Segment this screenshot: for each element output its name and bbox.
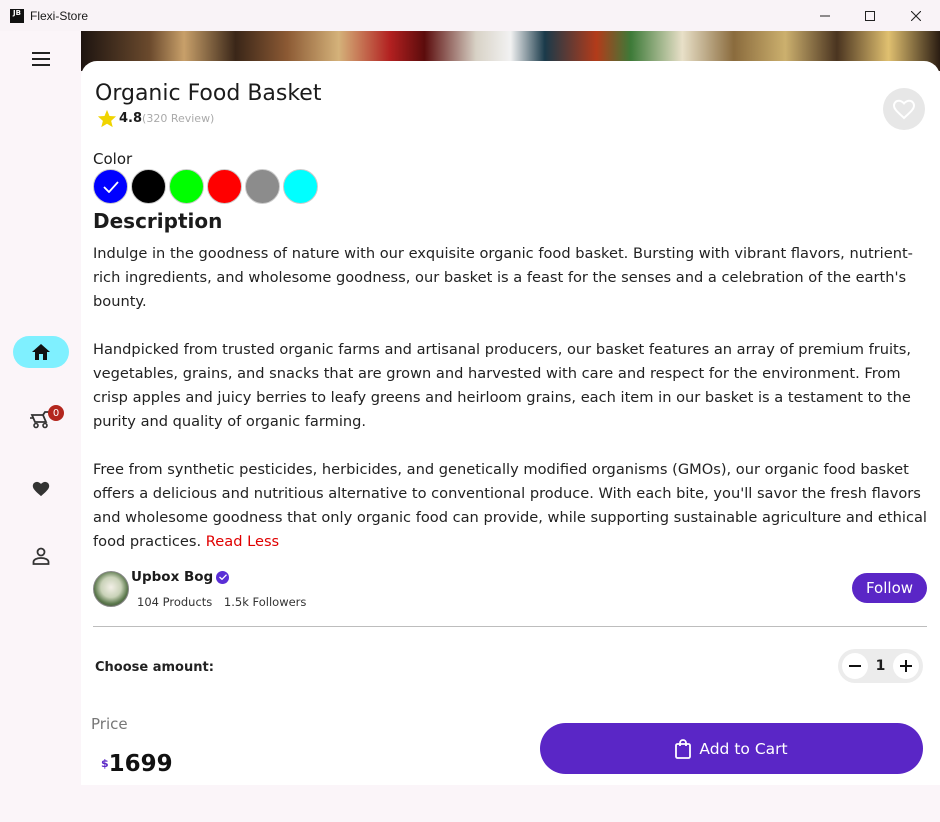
window-title: Flexi-Store: [30, 8, 89, 23]
heart-icon: [32, 481, 50, 497]
color-swatch-cyan[interactable]: [283, 169, 318, 204]
nav-item-favorites[interactable]: [13, 472, 69, 504]
nav-item-profile[interactable]: [13, 540, 69, 572]
seller-products: 104 Products: [137, 595, 213, 609]
description-paragraph: Handpicked from trusted organic farms an…: [93, 341, 911, 430]
menu-button[interactable]: [28, 48, 54, 70]
price-value: 1699: [108, 751, 173, 777]
color-swatches: [93, 169, 318, 204]
seller-stats: 104 Products 1.5k Followers: [137, 595, 314, 609]
heart-outline-icon: [892, 99, 916, 120]
hamburger-icon: [32, 52, 50, 66]
increase-button[interactable]: [893, 653, 919, 679]
description-paragraph: Free from synthetic pesticides, herbicid…: [93, 458, 939, 554]
minus-icon: [849, 665, 861, 667]
favorite-button[interactable]: [883, 88, 925, 130]
close-button[interactable]: [893, 0, 939, 31]
product-details-card: Organic Food Basket 4.8 (320 Review) Col…: [81, 61, 940, 785]
price-currency: $: [101, 757, 109, 770]
color-swatch-red[interactable]: [207, 169, 242, 204]
price: $ 1699: [101, 751, 173, 777]
color-swatch-blue[interactable]: [93, 169, 128, 204]
add-to-cart-button[interactable]: Add to Cart: [540, 723, 923, 774]
minimize-icon: [820, 15, 830, 16]
review-count: (320 Review): [142, 112, 215, 125]
seller-name: Upbox Bog: [131, 569, 214, 585]
seller-followers: 1.5k Followers: [223, 595, 307, 609]
description-paragraph: Indulge in the goodness of nature with o…: [93, 245, 913, 310]
description-heading: Description: [93, 209, 223, 233]
color-swatch-gray[interactable]: [245, 169, 280, 204]
home-icon: [32, 344, 50, 360]
navigation-rail: 0: [0, 31, 81, 822]
nav-item-home[interactable]: [13, 336, 69, 368]
title-bar: JB Flexi-Store: [0, 0, 940, 31]
description-text: Indulge in the goodness of nature with o…: [93, 242, 939, 578]
color-label: Color: [93, 150, 133, 168]
decrease-button[interactable]: [842, 653, 868, 679]
read-less-link[interactable]: Read Less: [206, 533, 279, 550]
seller-avatar[interactable]: [93, 571, 129, 607]
verified-badge-icon: [216, 570, 230, 584]
quantity-stepper: 1: [838, 649, 923, 683]
person-icon: [32, 547, 50, 565]
cart-badge: 0: [48, 405, 64, 421]
follow-button[interactable]: Follow: [852, 573, 927, 603]
check-icon: [102, 180, 119, 193]
color-swatch-black[interactable]: [131, 169, 166, 204]
maximize-button[interactable]: [847, 0, 893, 31]
shopping-bag-icon: [675, 738, 692, 759]
rating-value: 4.8: [119, 111, 143, 126]
nav-item-cart[interactable]: 0: [13, 404, 69, 436]
star-icon: [97, 109, 117, 128]
rating-row: 4.8 (320 Review): [97, 109, 214, 128]
app-icon: JB: [10, 8, 24, 23]
seller-name-row[interactable]: Upbox Bog: [131, 569, 230, 585]
maximize-icon: [865, 10, 875, 21]
price-label: Price: [91, 715, 128, 733]
product-title: Organic Food Basket: [95, 81, 322, 106]
choose-amount-label: Choose amount:: [95, 660, 214, 675]
divider: [93, 626, 927, 627]
plus-icon: [900, 660, 912, 672]
color-swatch-green[interactable]: [169, 169, 204, 204]
quantity-value: 1: [875, 658, 886, 674]
minimize-button[interactable]: [802, 0, 848, 31]
add-to-cart-label: Add to Cart: [699, 739, 788, 758]
close-icon: [911, 10, 921, 21]
